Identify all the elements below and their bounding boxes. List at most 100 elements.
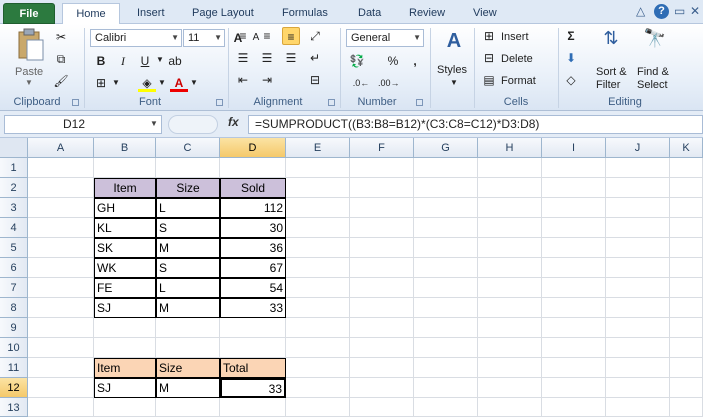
number-launcher-icon[interactable] bbox=[416, 99, 423, 106]
font-launcher-icon[interactable] bbox=[216, 99, 223, 106]
lookup-cell[interactable]: M bbox=[156, 378, 220, 398]
cell[interactable] bbox=[542, 278, 606, 298]
formula-input[interactable]: =SUMPRODUCT((B3:B8=B12)*(C3:C8=C12)*D3:D… bbox=[248, 115, 703, 134]
cell[interactable] bbox=[606, 298, 670, 318]
cell[interactable] bbox=[156, 398, 220, 417]
cell[interactable] bbox=[28, 158, 94, 178]
cell[interactable] bbox=[670, 358, 703, 378]
cell[interactable] bbox=[414, 158, 478, 178]
cell[interactable] bbox=[350, 218, 414, 238]
row-header-5[interactable]: 5 bbox=[0, 238, 28, 258]
cell[interactable] bbox=[286, 178, 350, 198]
alignment-launcher-icon[interactable] bbox=[328, 99, 335, 106]
accounting-format-icon[interactable]: 💱 bbox=[348, 52, 366, 70]
cell[interactable] bbox=[478, 258, 542, 278]
cell[interactable] bbox=[478, 158, 542, 178]
clipboard-launcher-icon[interactable] bbox=[72, 99, 79, 106]
cell[interactable] bbox=[670, 298, 703, 318]
cell[interactable] bbox=[414, 218, 478, 238]
row-header-1[interactable]: 1 bbox=[0, 158, 28, 178]
select-all-corner[interactable] bbox=[0, 138, 28, 158]
cell[interactable] bbox=[28, 338, 94, 358]
cell[interactable] bbox=[478, 378, 542, 398]
cell[interactable] bbox=[28, 398, 94, 417]
cell[interactable] bbox=[670, 238, 703, 258]
lookup-cell[interactable]: SJ bbox=[94, 378, 156, 398]
align-bottom-icon[interactable]: ≡ bbox=[282, 27, 300, 45]
format-cells-label[interactable]: Format bbox=[501, 75, 536, 87]
cell[interactable] bbox=[28, 298, 94, 318]
cell[interactable] bbox=[350, 338, 414, 358]
column-header-f[interactable]: F bbox=[350, 138, 414, 158]
font-name-combo[interactable]: Calibri ▼ bbox=[90, 29, 182, 47]
paste-dropdown-icon[interactable]: ▼ bbox=[25, 78, 33, 87]
cell[interactable] bbox=[220, 398, 286, 417]
cell[interactable] bbox=[542, 318, 606, 338]
delete-cells-icon[interactable]: ⊟ bbox=[480, 49, 498, 67]
cell[interactable] bbox=[220, 158, 286, 178]
cell[interactable] bbox=[478, 298, 542, 318]
cell[interactable] bbox=[94, 398, 156, 417]
cell[interactable] bbox=[542, 338, 606, 358]
column-header-c[interactable]: C bbox=[156, 138, 220, 158]
cell[interactable] bbox=[220, 338, 286, 358]
cell[interactable] bbox=[670, 218, 703, 238]
table-cell[interactable]: SJ bbox=[94, 298, 156, 318]
cell[interactable] bbox=[28, 198, 94, 218]
cell[interactable] bbox=[670, 398, 703, 417]
cell[interactable] bbox=[350, 158, 414, 178]
tab-home[interactable]: Home bbox=[62, 3, 120, 25]
align-left-icon[interactable]: ☰ bbox=[234, 49, 252, 67]
cell[interactable] bbox=[28, 238, 94, 258]
table-cell[interactable]: FE bbox=[94, 278, 156, 298]
cell[interactable] bbox=[156, 338, 220, 358]
align-right-icon[interactable]: ☰ bbox=[282, 49, 300, 67]
cell[interactable] bbox=[414, 238, 478, 258]
cell[interactable] bbox=[350, 178, 414, 198]
cell[interactable] bbox=[606, 218, 670, 238]
row-header-7[interactable]: 7 bbox=[0, 278, 28, 298]
cell[interactable] bbox=[478, 218, 542, 238]
cell[interactable] bbox=[606, 318, 670, 338]
cell[interactable] bbox=[350, 318, 414, 338]
styles-dropdown-icon[interactable]: ▼ bbox=[450, 78, 458, 87]
table-cell[interactable]: S bbox=[156, 218, 220, 238]
cell[interactable] bbox=[350, 378, 414, 398]
find-select-label-2[interactable]: Select bbox=[637, 79, 668, 91]
name-box[interactable]: D12 bbox=[4, 115, 162, 134]
tab-review[interactable]: Review bbox=[405, 3, 449, 24]
cell[interactable] bbox=[606, 378, 670, 398]
increase-indent-icon[interactable]: ⇥ bbox=[258, 71, 276, 89]
tab-formulas[interactable]: Formulas bbox=[278, 3, 332, 24]
row-header-10[interactable]: 10 bbox=[0, 338, 28, 358]
strikethrough-icon[interactable]: ab bbox=[166, 52, 184, 70]
cell[interactable] bbox=[670, 318, 703, 338]
cell[interactable] bbox=[606, 358, 670, 378]
row-header-11[interactable]: 11 bbox=[0, 358, 28, 378]
table-cell[interactable]: L bbox=[156, 198, 220, 218]
cell[interactable] bbox=[286, 158, 350, 178]
italic-button[interactable]: I bbox=[114, 52, 132, 70]
cell[interactable] bbox=[28, 258, 94, 278]
borders-dropdown-icon[interactable]: ▼ bbox=[112, 78, 120, 87]
column-header-a[interactable]: A bbox=[28, 138, 94, 158]
table-header-cell[interactable]: Item bbox=[94, 178, 156, 198]
chevron-down-icon[interactable]: ▼ bbox=[150, 119, 158, 128]
cell[interactable] bbox=[286, 278, 350, 298]
cell[interactable] bbox=[542, 358, 606, 378]
bold-button[interactable]: B bbox=[92, 52, 110, 70]
formula-bar-handle[interactable] bbox=[168, 115, 218, 134]
cell[interactable] bbox=[28, 358, 94, 378]
table-cell[interactable]: M bbox=[156, 298, 220, 318]
cell[interactable] bbox=[286, 318, 350, 338]
number-format-combo[interactable]: General ▼ bbox=[346, 29, 424, 47]
column-header-d[interactable]: D bbox=[220, 138, 286, 158]
table-cell[interactable]: 54 bbox=[220, 278, 286, 298]
cell[interactable] bbox=[478, 238, 542, 258]
table-cell[interactable]: 33 bbox=[220, 298, 286, 318]
cell[interactable] bbox=[286, 198, 350, 218]
cell[interactable] bbox=[606, 398, 670, 417]
tab-data[interactable]: Data bbox=[354, 3, 385, 24]
table-cell[interactable]: S bbox=[156, 258, 220, 278]
percent-style-button[interactable]: % bbox=[384, 52, 402, 70]
